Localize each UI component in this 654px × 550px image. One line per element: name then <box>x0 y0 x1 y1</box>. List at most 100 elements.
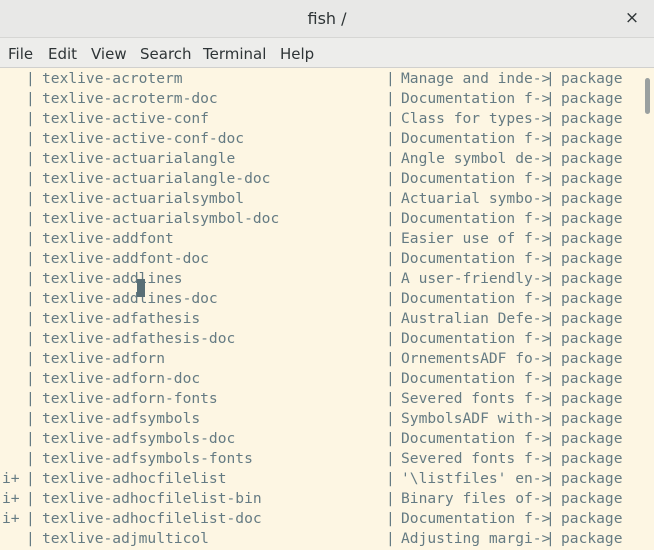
package-name: texlive-adfathesis-doc <box>42 330 236 347</box>
table-row: | texlive-active-conf | Class for types-> | p… <box>0 109 640 129</box>
scrollbar-thumb[interactable] <box>645 78 650 114</box>
table-row: | texlive-addlines | A user-friendly-> | pack… <box>0 269 640 289</box>
column-separator: | <box>386 450 395 467</box>
package-description: Documentation f-> <box>401 90 551 107</box>
package-name: texlive-actuarialangle-doc <box>42 170 271 187</box>
table-row: | texlive-active-conf-doc | Documentation f… <box>0 129 640 149</box>
package-description: Documentation f-> <box>401 290 551 307</box>
column-separator: | <box>386 130 395 147</box>
package-type: package <box>561 470 623 487</box>
column-separator: | <box>546 410 555 427</box>
package-name: texlive-adfathesis <box>42 310 201 327</box>
column-separator: | <box>546 330 555 347</box>
column-separator: | <box>546 230 555 247</box>
column-separator: | <box>386 230 395 247</box>
package-description: Angle symbol de-> <box>401 150 551 167</box>
package-name: texlive-addlines <box>42 270 183 287</box>
column-separator: | <box>386 150 395 167</box>
table-row: | texlive-adfsymbols-doc | Documentation f-… <box>0 429 640 449</box>
menu-terminal[interactable]: Terminal <box>203 45 266 63</box>
column-separator: | <box>26 130 35 147</box>
table-row: | texlive-actuarialangle-doc | Documentatio… <box>0 169 640 189</box>
column-separator: | <box>386 70 395 87</box>
column-separator: | <box>26 150 35 167</box>
column-separator: | <box>546 150 555 167</box>
package-description: Documentation f-> <box>401 330 551 347</box>
column-separator: | <box>386 470 395 487</box>
package-name: texlive-addfont-doc <box>42 250 209 267</box>
package-type: package <box>561 530 623 547</box>
table-row: | texlive-adfathesis | Australian Defe-> | pa… <box>0 309 640 329</box>
title-bar[interactable]: fish / × <box>0 0 654 38</box>
table-row: | texlive-actuarialsymbol | Actuarial symbo… <box>0 189 640 209</box>
package-name: texlive-adfsymbols-doc <box>42 430 236 447</box>
column-separator: | <box>26 230 35 247</box>
package-description: Documentation f-> <box>401 250 551 267</box>
package-name: texlive-acroterm <box>42 70 183 87</box>
package-type: package <box>561 370 623 387</box>
column-separator: | <box>546 530 555 547</box>
column-separator: | <box>26 350 35 367</box>
terminal-output[interactable]: | texlive-acroterm | Manage and inde-> | pack… <box>0 68 654 550</box>
column-separator: | <box>26 410 35 427</box>
column-separator: | <box>546 310 555 327</box>
package-name: texlive-acroterm-doc <box>42 90 218 107</box>
package-type: package <box>561 510 623 527</box>
table-row: | texlive-adforn-fonts | Severed fonts f-> |… <box>0 389 640 409</box>
column-separator: | <box>546 170 555 187</box>
column-separator: | <box>546 70 555 87</box>
package-type: package <box>561 170 623 187</box>
package-type: package <box>561 290 623 307</box>
menu-help[interactable]: Help <box>280 45 314 63</box>
package-name: texlive-adhocfilelist-doc <box>42 510 262 527</box>
package-name: texlive-active-conf <box>42 110 209 127</box>
column-separator: | <box>386 310 395 327</box>
row-flag: i+ <box>2 510 20 527</box>
table-row: | texlive-addlines-doc | Documentation f-> |… <box>0 289 640 309</box>
menu-search[interactable]: Search <box>140 45 192 63</box>
column-separator: | <box>386 190 395 207</box>
column-separator: | <box>26 530 35 547</box>
table-row: | texlive-adfsymbols | SymbolsADF with-> | pa… <box>0 409 640 429</box>
column-separator: | <box>26 390 35 407</box>
package-description: Binary files of-> <box>401 490 551 507</box>
table-row: i+ | texlive-adhocfilelist-doc | Documentati… <box>0 509 640 529</box>
column-separator: | <box>546 110 555 127</box>
column-separator: | <box>386 270 395 287</box>
package-description: Australian Defe-> <box>401 310 551 327</box>
column-separator: | <box>26 250 35 267</box>
package-type: package <box>561 250 623 267</box>
package-list: | texlive-acroterm | Manage and inde-> | pack… <box>0 69 640 549</box>
text-cursor <box>137 279 145 297</box>
column-separator: | <box>546 290 555 307</box>
column-separator: | <box>546 270 555 287</box>
column-separator: | <box>26 310 35 327</box>
scrollbar[interactable] <box>640 68 654 550</box>
package-description: Documentation f-> <box>401 430 551 447</box>
package-type: package <box>561 70 623 87</box>
column-separator: | <box>386 110 395 127</box>
package-type: package <box>561 450 623 467</box>
table-row: | texlive-adforn-doc | Documentation f-> | pa… <box>0 369 640 389</box>
column-separator: | <box>546 90 555 107</box>
package-name: texlive-addlines-doc <box>42 290 218 307</box>
column-separator: | <box>386 390 395 407</box>
row-flag: i+ <box>2 490 20 507</box>
menu-file[interactable]: File <box>8 45 33 63</box>
package-type: package <box>561 190 623 207</box>
table-row: | texlive-adfathesis-doc | Documentation f-… <box>0 329 640 349</box>
package-name: texlive-active-conf-doc <box>42 130 245 147</box>
package-name: texlive-adfsymbols <box>42 410 201 427</box>
column-separator: | <box>386 290 395 307</box>
close-button[interactable]: × <box>620 6 644 30</box>
package-description: Manage and inde-> <box>401 70 551 87</box>
package-description: '\listfiles' en-> <box>401 470 551 487</box>
table-row: | texlive-acroterm | Manage and inde-> | pack… <box>0 69 640 89</box>
menu-view[interactable]: View <box>91 45 127 63</box>
menu-bar: File Edit View Search Terminal Help <box>0 38 654 68</box>
column-separator: | <box>546 450 555 467</box>
menu-edit[interactable]: Edit <box>48 45 77 63</box>
column-separator: | <box>546 470 555 487</box>
column-separator: | <box>26 70 35 87</box>
column-separator: | <box>26 270 35 287</box>
